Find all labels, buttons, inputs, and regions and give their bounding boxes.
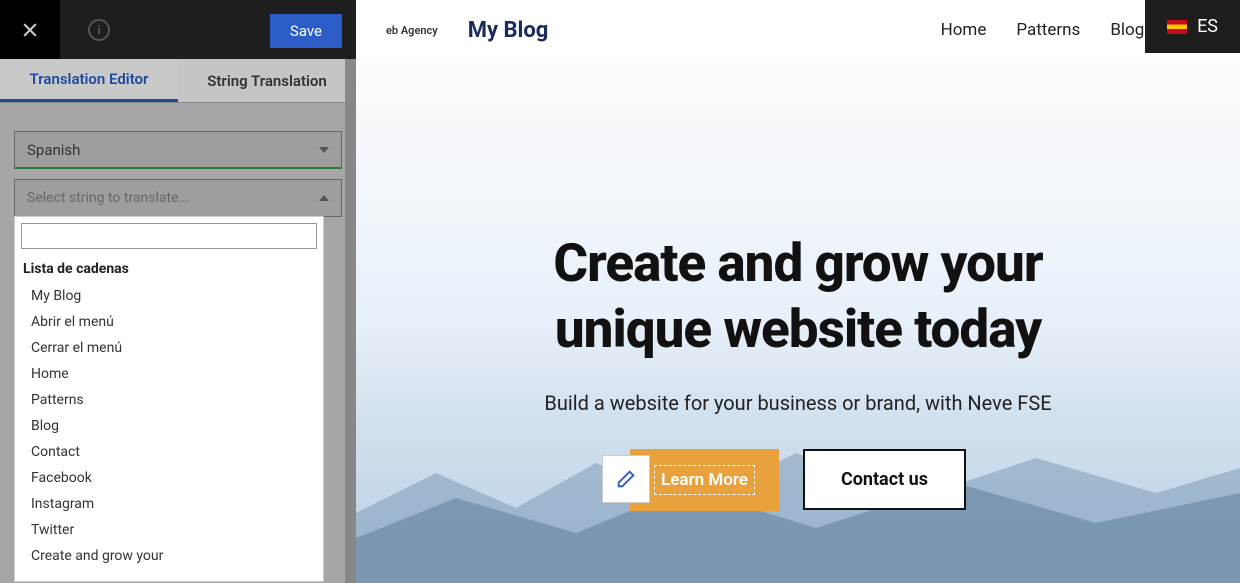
tab-translation-editor[interactable]: Translation Editor	[0, 59, 178, 102]
close-icon	[20, 20, 40, 40]
language-select[interactable]: Spanish	[14, 131, 342, 169]
site-title[interactable]: My Blog	[468, 18, 549, 43]
string-dropdown: Lista de cadenas My BlogAbrir el menúCer…	[14, 216, 324, 582]
edit-string-button[interactable]	[602, 455, 650, 503]
list-item[interactable]: Patterns	[15, 387, 323, 413]
editor-toolbar: i Save	[0, 0, 356, 59]
site-header: eb Agency My Blog HomePatternsBlogCont	[356, 0, 1240, 60]
list-item[interactable]: Instagram	[15, 491, 323, 517]
dropdown-list-header: Lista de cadenas	[15, 255, 323, 283]
panel-resize-handle[interactable]	[345, 59, 356, 583]
string-select[interactable]: Select string to translate...	[14, 179, 342, 217]
translation-editor-panel: i Save Translation Editor String Transla…	[0, 0, 356, 583]
list-item[interactable]: Contact	[15, 439, 323, 465]
pencil-icon	[615, 468, 637, 490]
hero-title[interactable]: Create and grow your unique website toda…	[356, 230, 1240, 363]
hero-title-line1: Create and grow your	[553, 232, 1042, 294]
hero-title-line2: unique website today	[555, 298, 1041, 360]
list-item[interactable]: Blog	[15, 413, 323, 439]
save-button[interactable]: Save	[270, 14, 342, 48]
list-item[interactable]: Facebook	[15, 465, 323, 491]
info-icon[interactable]: i	[88, 19, 110, 41]
hero-cta-row: Learn More Contact us	[356, 449, 1240, 511]
tab-string-translation[interactable]: String Translation	[178, 59, 356, 102]
nav-link[interactable]: Home	[941, 20, 987, 40]
list-item[interactable]: Twitter	[15, 517, 323, 543]
language-select-value: Spanish	[27, 141, 80, 159]
agency-label: eb Agency	[386, 24, 438, 37]
site-preview: eb Agency My Blog HomePatternsBlogCont C…	[356, 0, 1240, 583]
dropdown-list[interactable]: Lista de cadenas My BlogAbrir el menúCer…	[15, 255, 323, 581]
language-switcher[interactable]: ES	[1145, 0, 1240, 53]
editor-body: Spanish Select string to translate...	[0, 103, 356, 231]
chevron-down-icon	[319, 147, 329, 153]
list-item[interactable]: Cerrar el menú	[15, 335, 323, 361]
list-item[interactable]: Create and grow your	[15, 543, 323, 569]
cta-primary-label: Learn More	[654, 465, 755, 495]
hero-subtitle[interactable]: Build a website for your business or bra…	[356, 391, 1240, 415]
list-item[interactable]: Abrir el menú	[15, 309, 323, 335]
cta-primary[interactable]: Learn More	[630, 449, 779, 511]
cta-secondary[interactable]: Contact us	[803, 449, 966, 510]
flag-es-icon	[1167, 20, 1187, 34]
nav-link[interactable]: Blog	[1110, 20, 1144, 40]
chevron-up-icon	[319, 195, 329, 201]
language-code: ES	[1197, 16, 1218, 37]
list-item[interactable]: My Blog	[15, 283, 323, 309]
editor-tabs: Translation Editor String Translation	[0, 59, 356, 103]
string-select-placeholder: Select string to translate...	[27, 190, 190, 206]
close-button[interactable]	[0, 0, 60, 59]
dropdown-search-wrap	[15, 217, 323, 255]
list-item[interactable]: Home	[15, 361, 323, 387]
nav-link[interactable]: Patterns	[1016, 20, 1080, 40]
dropdown-search-input[interactable]	[21, 223, 317, 249]
hero-section: Create and grow your unique website toda…	[356, 60, 1240, 511]
